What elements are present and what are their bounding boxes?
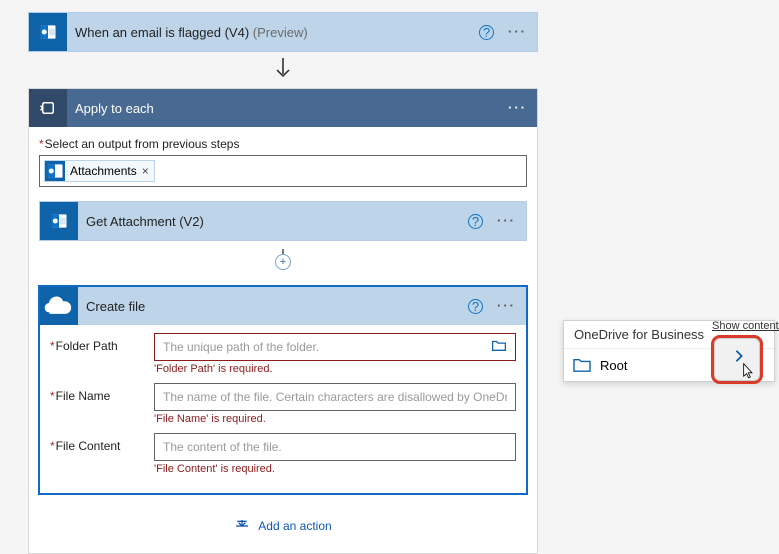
help-icon[interactable]: ?: [479, 25, 494, 40]
get-attachment-header: Get Attachment (V2) ? ···: [40, 202, 526, 240]
output-tokenbox[interactable]: Attachments ×: [39, 155, 527, 187]
chevron-right-icon: [734, 349, 744, 363]
expand-folder-button[interactable]: [711, 335, 763, 384]
trigger-header: When an email is flagged (V4) (Preview) …: [29, 13, 537, 51]
help-icon[interactable]: ?: [468, 299, 483, 314]
scope-header: Apply to each ···: [29, 89, 537, 127]
apply-to-each-scope[interactable]: Apply to each ··· *Select an output from…: [28, 88, 538, 554]
outlook-icon: [40, 202, 78, 240]
file-content-input[interactable]: [154, 433, 516, 461]
more-icon[interactable]: ···: [497, 218, 516, 224]
create-file-title: Create file: [78, 299, 468, 314]
add-step-icon[interactable]: +: [275, 254, 291, 270]
scope-title: Apply to each: [67, 101, 508, 116]
help-icon[interactable]: ?: [468, 214, 483, 229]
outlook-icon: [29, 13, 67, 51]
show-contents-tooltip: Show contents: [712, 320, 779, 332]
folder-path-error: 'Folder Path' is required.: [154, 363, 516, 375]
trigger-title: When an email is flagged (V4) (Preview): [67, 25, 479, 40]
remove-token-icon[interactable]: ×: [140, 164, 154, 178]
get-attachment-title: Get Attachment (V2): [78, 214, 468, 229]
insert-step-arrow: +: [39, 249, 527, 272]
get-attachment-card[interactable]: Get Attachment (V2) ? ···: [39, 201, 527, 241]
create-file-card[interactable]: Create file ? ··· *Folder Path: [39, 286, 527, 494]
folder-path-input[interactable]: [154, 333, 516, 361]
more-icon[interactable]: ···: [508, 29, 527, 35]
file-name-label: *File Name: [50, 383, 154, 403]
more-icon[interactable]: ···: [508, 105, 527, 111]
attachments-token[interactable]: Attachments ×: [44, 160, 155, 182]
cursor-icon: [738, 362, 756, 382]
file-content-label: *File Content: [50, 433, 154, 453]
folder-path-label: *Folder Path: [50, 333, 154, 353]
folder-icon: [572, 357, 592, 373]
file-content-error: 'File Content' is required.: [154, 463, 516, 475]
file-name-error: 'File Name' is required.: [154, 413, 516, 425]
onedrive-icon: [40, 287, 78, 325]
file-name-input[interactable]: [154, 383, 516, 411]
arrow-down-icon: [28, 52, 538, 88]
more-icon[interactable]: ···: [497, 303, 516, 309]
folder-picker-icon[interactable]: [491, 339, 507, 355]
loop-icon: [29, 89, 67, 127]
output-label: *Select an output from previous steps: [39, 137, 527, 151]
trigger-card[interactable]: When an email is flagged (V4) (Preview) …: [28, 12, 538, 52]
outlook-icon: [45, 161, 65, 181]
create-file-header: Create file ? ···: [40, 287, 526, 325]
add-action-button[interactable]: Add an action: [234, 518, 331, 534]
add-action-icon: [234, 518, 250, 534]
